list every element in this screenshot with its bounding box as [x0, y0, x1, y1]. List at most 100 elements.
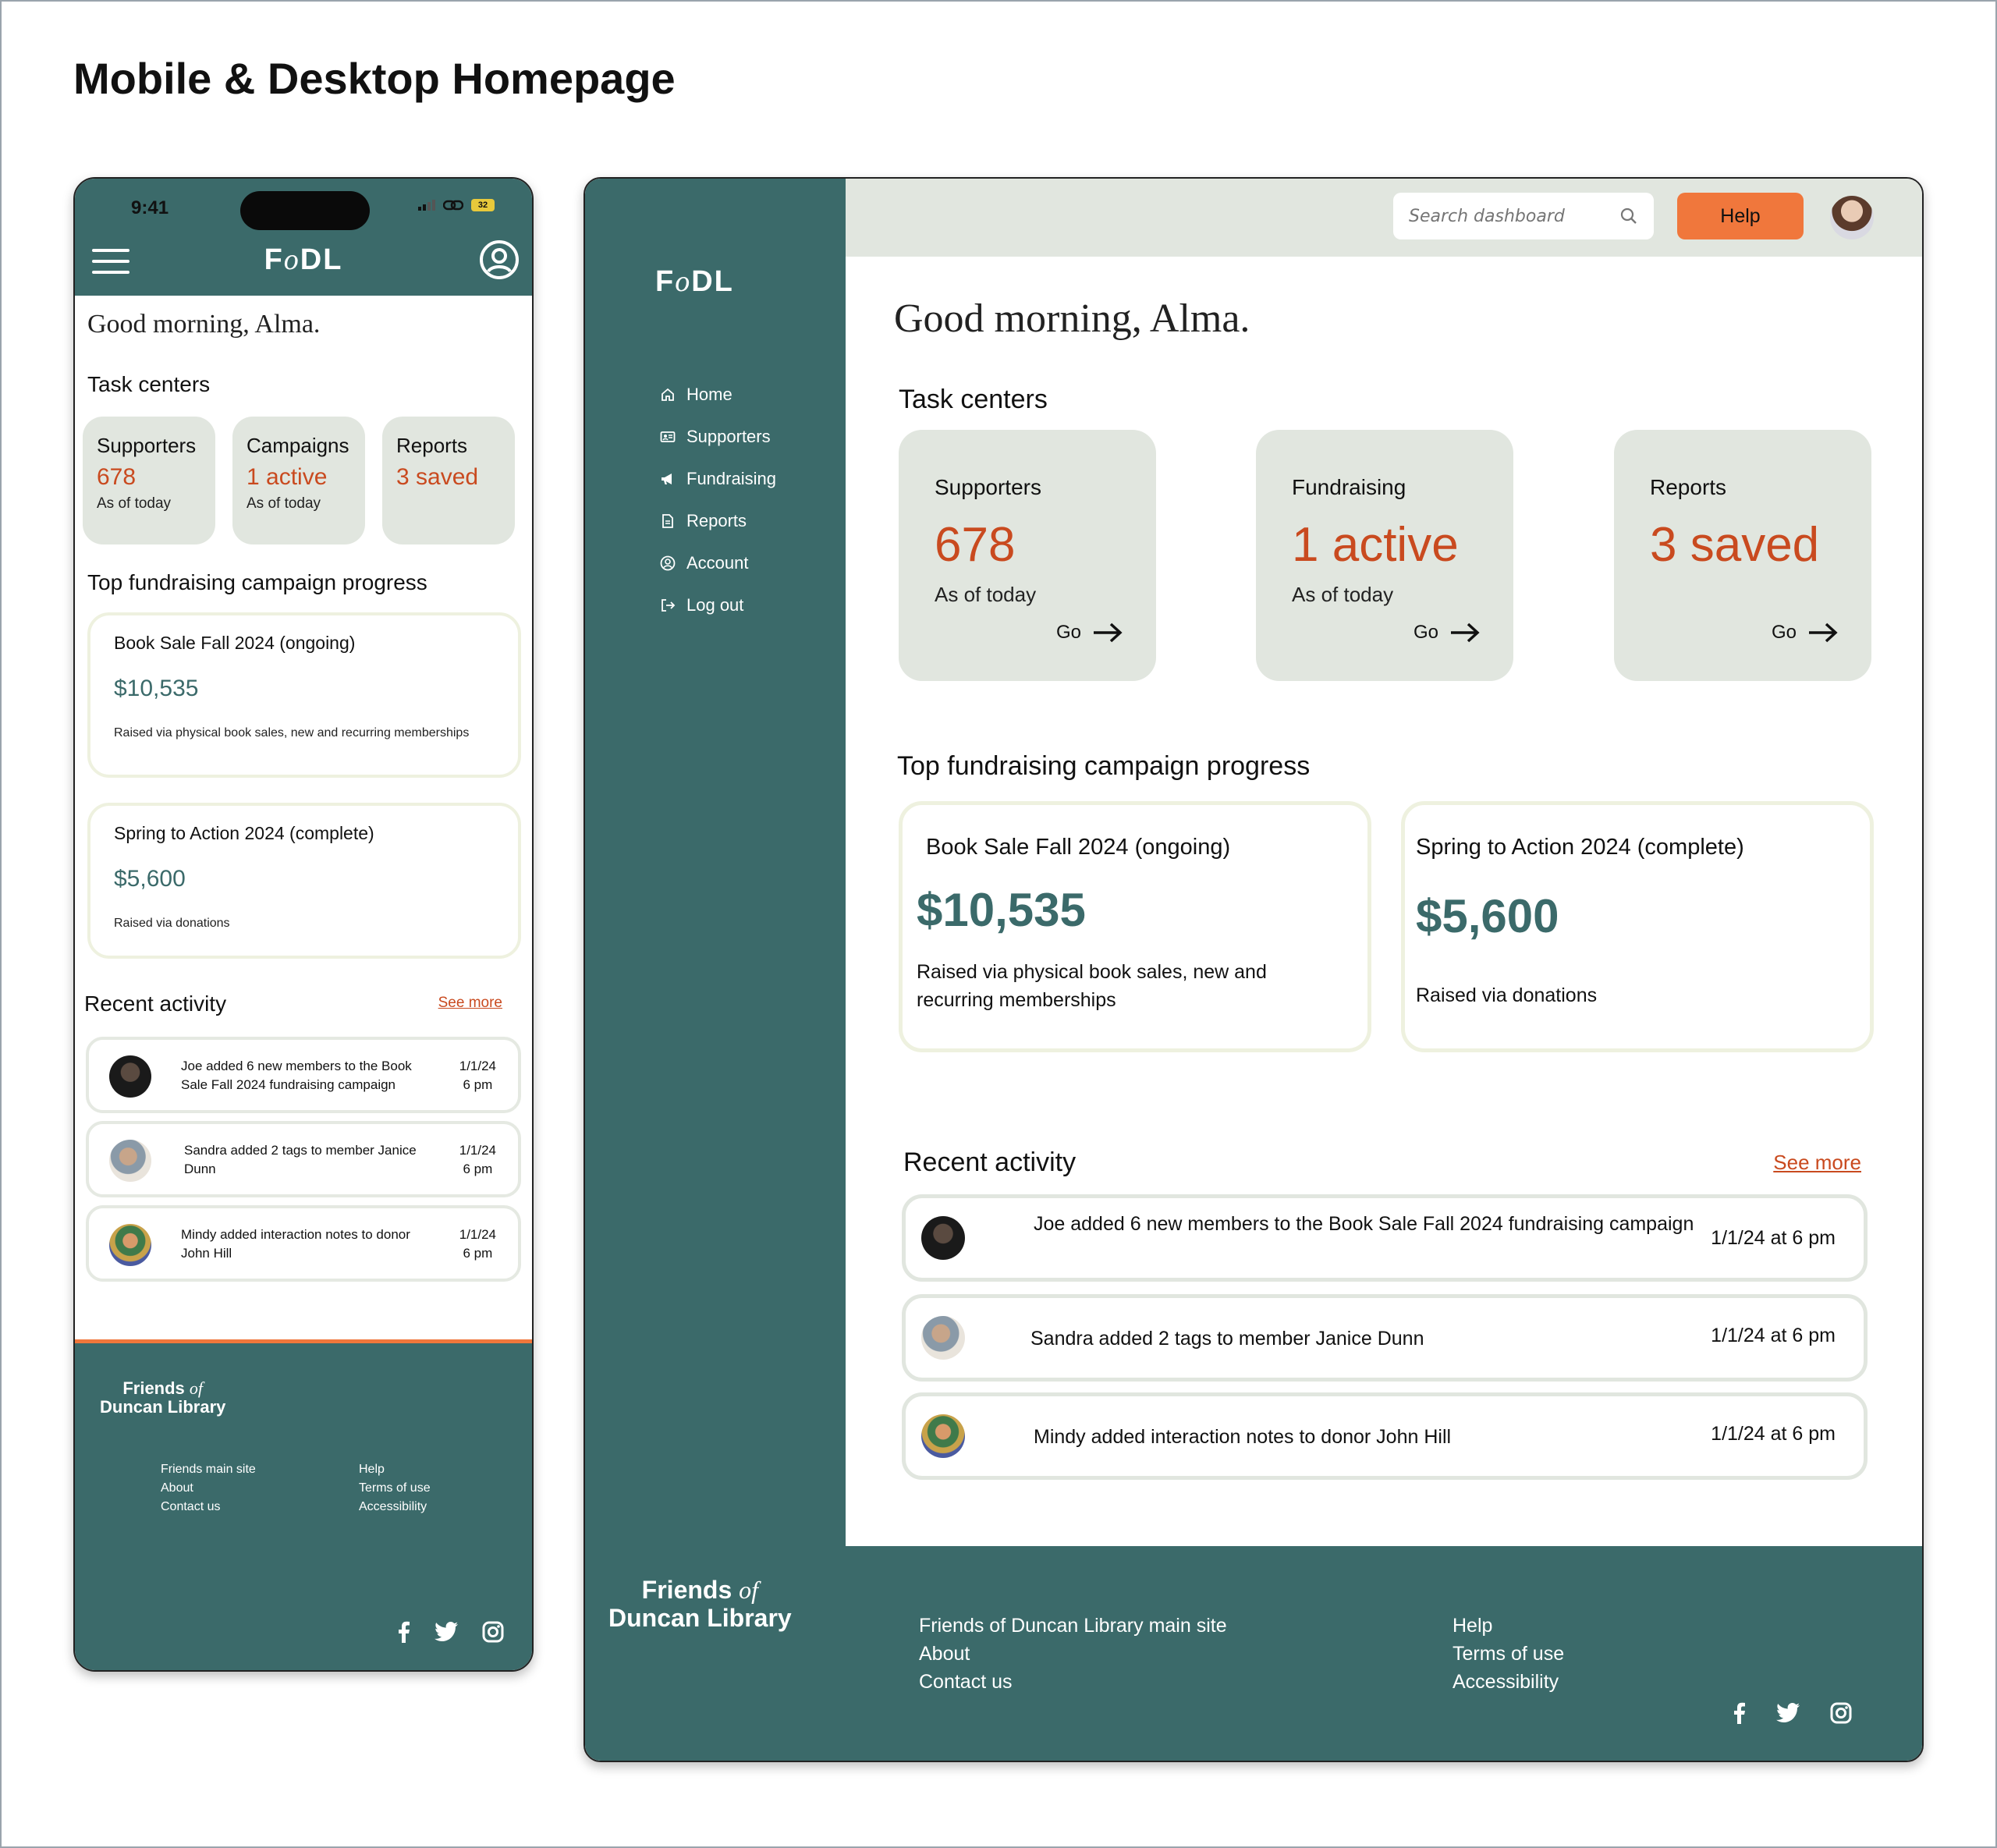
user-account-icon[interactable] [479, 239, 520, 280]
campaign-card[interactable]: Spring to Action 2024 (complete) $5,600 … [1401, 801, 1874, 1052]
sidebar-item-supporters[interactable]: Supporters [660, 416, 776, 458]
arrow-right-icon [1809, 623, 1838, 643]
sidebar-item-label: Account [686, 553, 749, 573]
social-links [1733, 1702, 1852, 1724]
facebook-icon[interactable] [1733, 1702, 1746, 1724]
sidebar-item-reports[interactable]: Reports [660, 500, 776, 542]
campaign-card[interactable]: Book Sale Fall 2024 (ongoing) $10,535 Ra… [87, 612, 521, 778]
campaign-card[interactable]: Spring to Action 2024 (complete) $5,600 … [87, 803, 521, 959]
activity-text: Sandra added 2 tags to member Janice Dun… [1030, 1328, 1424, 1350]
logo-letter: o [675, 265, 692, 298]
activity-item[interactable]: Joe added 6 new members to the Book Sale… [86, 1037, 521, 1113]
activity-item[interactable]: Sandra added 2 tags to member Janice Dun… [86, 1121, 521, 1197]
sidebar: FoDL Home Supporters Fundraising Reports… [585, 179, 846, 1546]
activity-item[interactable]: Joe added 6 new members to the Book Sale… [902, 1194, 1868, 1282]
see-more-link[interactable]: See more [438, 995, 502, 1012]
arrow-right-icon [1094, 623, 1123, 643]
social-links [398, 1621, 504, 1643]
footer-link[interactable]: Accessibility [1453, 1668, 1564, 1696]
sidebar-item-fundraising[interactable]: Fundraising [660, 458, 776, 500]
search-box[interactable] [1393, 193, 1654, 239]
sidebar-item-label: Fundraising [686, 469, 776, 488]
home-icon [662, 388, 674, 401]
campaign-amount: $10,535 [917, 884, 1086, 936]
footer-link[interactable]: Friends main site [161, 1460, 256, 1479]
go-button[interactable]: Go [1056, 622, 1123, 644]
signal-icon [418, 200, 435, 211]
mobile-header: 9:41 32 FoDL [75, 179, 532, 296]
footer-link[interactable]: Accessibility [359, 1498, 431, 1516]
task-card-label: Campaigns [247, 434, 349, 457]
activity-item[interactable]: Mindy added interaction notes to donor J… [902, 1392, 1868, 1480]
task-card-label: Supporters [97, 434, 197, 457]
go-label: Go [1771, 622, 1797, 643]
campaign-name: Book Sale Fall 2024 (ongoing) [926, 835, 1231, 860]
task-centers-title: Task centers [87, 372, 211, 396]
search-icon[interactable] [1619, 207, 1638, 225]
campaign-description: Raised via physical book sales, new and … [114, 726, 470, 740]
footer-links-col1: Friends of Duncan Library main site Abou… [919, 1612, 1227, 1696]
task-card-supporters[interactable]: Supporters 678 As of today Go [899, 430, 1156, 681]
sidebar-item-account[interactable]: Account [660, 542, 776, 584]
campaign-amount: $5,600 [1416, 890, 1559, 942]
footer-link[interactable]: Help [359, 1460, 431, 1479]
activity-text: Joe added 6 new members to the Book Sale… [181, 1059, 412, 1092]
campaigns-title: Top fundraising campaign progress [897, 751, 1311, 781]
avatar[interactable] [1830, 196, 1874, 239]
desktop-mockup: FoDL Home Supporters Fundraising Reports… [583, 177, 1924, 1762]
task-card-fundraising[interactable]: Fundraising 1 active As of today Go [1256, 430, 1513, 681]
task-card-reports[interactable]: Reports 3 saved Go [1614, 430, 1871, 681]
task-card-supporters[interactable]: Supporters 678 As of today [83, 417, 215, 544]
help-button[interactable]: Help [1677, 193, 1804, 239]
id-card-icon [660, 431, 676, 442]
footer-link[interactable]: Contact us [919, 1668, 1227, 1696]
facebook-icon[interactable] [398, 1621, 410, 1643]
footer-link[interactable]: Terms of use [1453, 1640, 1564, 1668]
campaign-description: Raised via donations [114, 917, 230, 930]
sidebar-logo[interactable]: FoDL [655, 264, 734, 299]
search-input[interactable] [1409, 206, 1619, 226]
activity-date-time: 6 pm [463, 1246, 493, 1261]
task-card-campaigns[interactable]: Campaigns 1 active As of today [232, 417, 365, 544]
sidebar-item-label: Supporters [686, 427, 771, 446]
activity-item[interactable]: Sandra added 2 tags to member Janice Dun… [902, 1294, 1868, 1382]
footer-logo[interactable]: Friends of Duncan Library [608, 1576, 792, 1632]
footer-link[interactable]: Contact us [161, 1498, 256, 1516]
footer-link[interactable]: About [919, 1640, 1227, 1668]
footer-link[interactable]: Friends of Duncan Library main site [919, 1612, 1227, 1640]
footer-links-col1: Friends main site About Contact us [161, 1460, 256, 1516]
activity-date: 1/1/24 6 pm [459, 1057, 496, 1094]
activity-date-time: 6 pm [463, 1162, 493, 1176]
mobile-footer: Friends of Duncan Library Friends main si… [75, 1339, 532, 1670]
footer-link[interactable]: Help [1453, 1612, 1564, 1640]
task-cards: Supporters 678 As of today Campaigns 1 a… [83, 417, 527, 544]
footer-logo-text: Friends [641, 1576, 732, 1604]
task-card-value: 1 active [1292, 518, 1459, 572]
task-card-reports[interactable]: Reports 3 saved [382, 417, 515, 544]
see-more-link[interactable]: See more [1773, 1151, 1861, 1175]
activity-date-day: 1/1/24 [459, 1143, 496, 1158]
footer-logo[interactable]: Friends of Duncan Library [100, 1379, 225, 1417]
footer-link[interactable]: About [161, 1479, 256, 1498]
twitter-icon[interactable] [1775, 1703, 1800, 1723]
activity-date: 1/1/24 6 pm [459, 1225, 496, 1263]
go-button[interactable]: Go [1772, 622, 1839, 644]
greeting: Good morning, Alma. [87, 310, 321, 339]
instagram-icon[interactable] [1830, 1702, 1852, 1724]
dynamic-island [240, 191, 370, 230]
go-button[interactable]: Go [1414, 622, 1481, 644]
mobile-logo[interactable]: FoDL [75, 243, 532, 277]
logo-letter: F [264, 243, 284, 276]
twitter-icon[interactable] [434, 1622, 459, 1642]
sidebar-item-logout[interactable]: Log out [660, 584, 776, 626]
instagram-icon[interactable] [482, 1621, 504, 1643]
sidebar-item-home[interactable]: Home [660, 374, 776, 416]
activity-item[interactable]: Mindy added interaction notes to donor J… [86, 1205, 521, 1282]
activity-text: Mindy added interaction notes to donor J… [181, 1227, 410, 1261]
task-card-sub: As of today [247, 495, 321, 512]
top-bar: Help [846, 179, 1922, 257]
avatar [109, 1055, 151, 1098]
footer-link[interactable]: Terms of use [359, 1479, 431, 1498]
avatar [921, 1316, 965, 1360]
campaign-card[interactable]: Book Sale Fall 2024 (ongoing) $10,535 Ra… [899, 801, 1371, 1052]
